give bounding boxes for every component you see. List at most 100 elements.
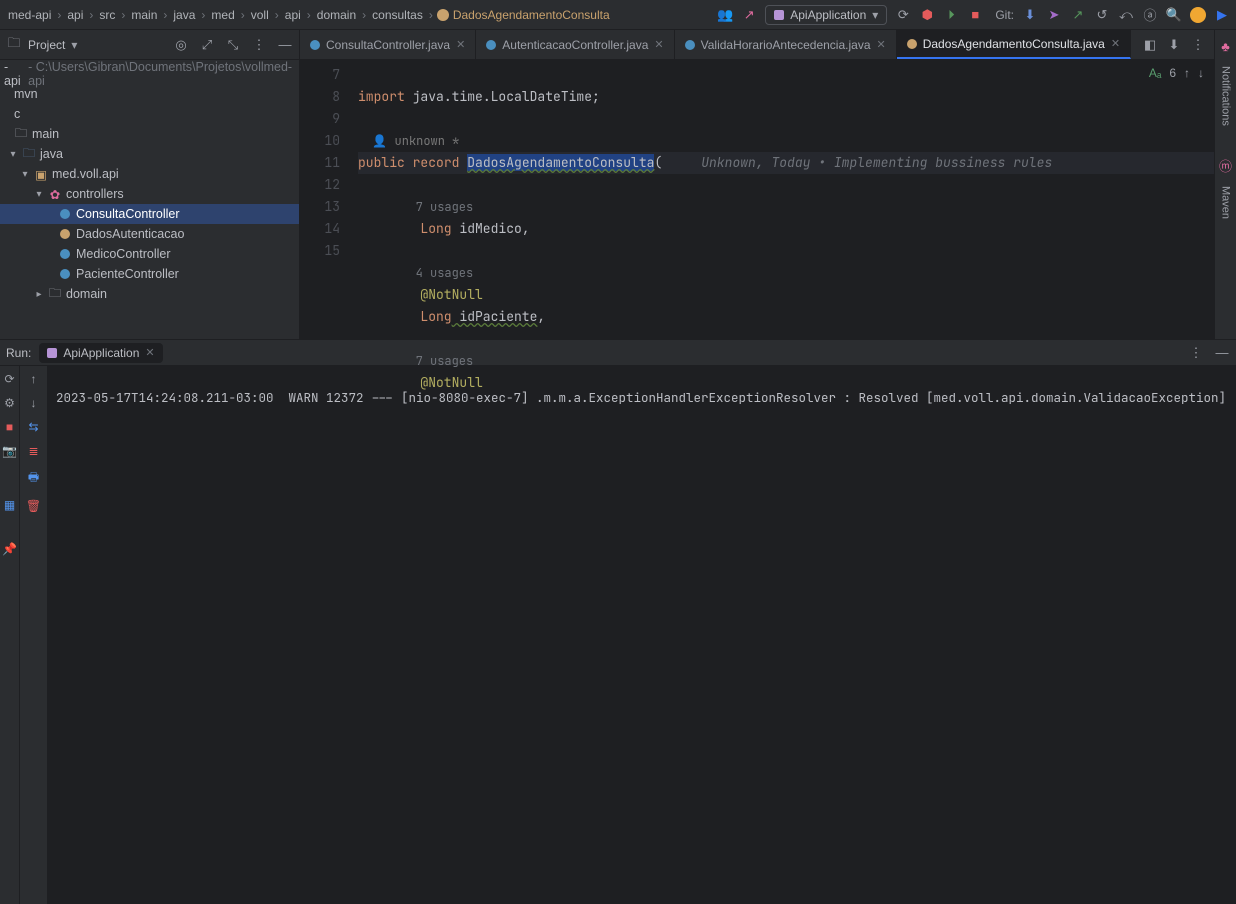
chevron-down-icon[interactable]: ▾ xyxy=(71,38,77,52)
pin-icon[interactable]: 📌 xyxy=(2,542,17,556)
maven-icon[interactable]: ⓜ xyxy=(1218,158,1234,174)
build-icon[interactable]: ⟳ xyxy=(895,7,911,23)
close-icon[interactable]: ✕ xyxy=(145,346,154,359)
usages-hint[interactable]: 7 usages xyxy=(358,353,473,369)
tab-consulta-controller[interactable]: ConsultaController.java ✕ xyxy=(300,30,476,59)
rocket-icon[interactable]: ↗ xyxy=(741,7,757,23)
gutter[interactable]: 7 8 9 10 11 12 13 14 15 xyxy=(300,60,358,339)
print-icon[interactable]: 🖶 xyxy=(28,468,39,489)
stop-icon[interactable]: ■ xyxy=(6,420,13,434)
rollback-icon[interactable]: ⤺ xyxy=(1118,7,1134,23)
code-content[interactable]: import java.time.LocalDateTime; 👤 unknow… xyxy=(358,60,1214,339)
usages-hint[interactable]: 4 usages xyxy=(358,265,473,281)
users-icon[interactable]: 👥 xyxy=(717,7,733,23)
crumb[interactable]: api xyxy=(65,8,85,22)
breadcrumb[interactable]: med-api› api› src› main› java› med› voll… xyxy=(6,8,610,22)
expand-icon[interactable]: ⤢ xyxy=(199,37,215,53)
wrap-icon[interactable]: ⇆ xyxy=(28,420,38,434)
minimize-icon[interactable]: — xyxy=(277,37,293,53)
crumb[interactable]: domain xyxy=(315,8,358,22)
down-icon[interactable]: ⬇ xyxy=(1166,37,1182,53)
settings-icon[interactable]: ⚙ xyxy=(4,396,15,410)
tab-label: AutenticacaoController.java xyxy=(502,38,648,52)
run-configuration-selector[interactable]: ApiApplication ▾ xyxy=(765,5,887,25)
close-icon[interactable]: ✕ xyxy=(877,38,886,51)
stop-icon[interactable]: ■ xyxy=(967,7,983,23)
tab-valida-horario[interactable]: ValidaHorarioAntecedencia.java ✕ xyxy=(675,30,897,59)
tree-item[interactable]: PacienteController xyxy=(0,264,299,284)
run-icon[interactable]: ⏵ xyxy=(943,7,959,23)
line-number[interactable]: 8 xyxy=(300,86,340,108)
inspection-widget[interactable]: Aₐ 6 ↑ ↓ xyxy=(1149,66,1204,80)
tab-dados-agendamento[interactable]: DadosAgendamentoConsulta.java ✕ xyxy=(897,30,1131,59)
history-icon[interactable]: ↺ xyxy=(1094,7,1110,23)
camera-icon[interactable]: 📷 xyxy=(2,444,17,458)
line-number[interactable]: 10 xyxy=(300,130,340,152)
crumb[interactable]: src xyxy=(97,8,117,22)
tab-autenticacao-controller[interactable]: AutenticacaoController.java ✕ xyxy=(476,30,674,59)
tree-item[interactable]: c xyxy=(0,104,299,124)
notifications-label[interactable]: Notifications xyxy=(1220,66,1232,126)
minimize-icon[interactable]: — xyxy=(1214,345,1230,361)
ide-services-icon[interactable]: ▶ xyxy=(1214,7,1230,23)
debug-icon[interactable]: ⬢ xyxy=(919,7,935,23)
tree-label: med.voll.api xyxy=(52,167,119,181)
line-number[interactable]: 14 xyxy=(300,218,340,240)
tree-item[interactable]: ▾✿ controllers xyxy=(0,184,299,204)
author-hint[interactable]: 👤 unknown * xyxy=(358,133,459,149)
git-commit-icon[interactable]: ➤ xyxy=(1046,7,1062,23)
crumb[interactable]: voll xyxy=(249,8,271,22)
search-icon[interactable]: 🔍 xyxy=(1166,7,1182,23)
project-tree[interactable]: -api - C:\Users\Gibran\Documents\Projeto… xyxy=(0,60,299,308)
tree-item[interactable]: MedicoController xyxy=(0,244,299,264)
target-icon[interactable]: ◎ xyxy=(173,37,189,53)
line-number[interactable]: 15 xyxy=(300,240,340,262)
code-editor[interactable]: 7 8 9 10 11 12 13 14 15 import java.time… xyxy=(300,60,1214,339)
tree-item[interactable]: 🗀 main xyxy=(0,124,299,144)
line-number[interactable]: 7 xyxy=(300,64,340,86)
up-icon[interactable]: ↑ xyxy=(1184,66,1190,80)
close-icon[interactable]: ✕ xyxy=(456,38,465,51)
tree-item[interactable]: ▾▣ med.voll.api xyxy=(0,164,299,184)
notifications-icon[interactable]: ♣ xyxy=(1218,38,1234,54)
run-tab[interactable]: ApiApplication ✕ xyxy=(39,343,162,363)
crumb[interactable]: consultas xyxy=(370,8,425,22)
crumb[interactable]: java xyxy=(171,8,197,22)
usages-hint[interactable]: 7 usages xyxy=(358,199,473,215)
down-icon[interactable]: ↓ xyxy=(1198,66,1204,80)
crumb[interactable]: med xyxy=(209,8,236,22)
tree-item[interactable]: DadosAutenticacao xyxy=(0,224,299,244)
line-number[interactable]: 13 xyxy=(300,196,340,218)
git-push-icon[interactable]: ↗ xyxy=(1070,7,1086,23)
split-icon[interactable]: ◧ xyxy=(1142,37,1158,53)
tree-item[interactable]: ▾🗀 java xyxy=(0,144,299,164)
rerun-icon[interactable]: ⟳ xyxy=(4,372,14,386)
close-icon[interactable]: ✕ xyxy=(654,38,663,51)
close-icon[interactable]: ✕ xyxy=(1111,37,1120,50)
crumb-sep: › xyxy=(239,8,247,22)
line-number[interactable]: 11 xyxy=(300,152,340,174)
more-icon[interactable]: ⋮ xyxy=(251,37,267,53)
scroll-icon[interactable]: ≣ xyxy=(28,444,38,458)
crumb[interactable]: main xyxy=(129,8,159,22)
down-icon[interactable]: ↓ xyxy=(31,396,37,410)
more-icon[interactable]: ⋮ xyxy=(1190,37,1206,53)
clear-icon[interactable]: 🗑 xyxy=(26,499,41,513)
translate-icon[interactable]: ⓐ xyxy=(1142,7,1158,23)
console-output[interactable]: 2023-05-17T14:24:08.211-03:00 WARN 12372… xyxy=(48,366,1236,904)
collapse-icon[interactable]: ⤡ xyxy=(225,37,241,53)
vcs-inlay[interactable]: Unknown, Today • Implementing bussiness … xyxy=(701,154,1052,171)
crumb[interactable]: med-api xyxy=(6,8,53,22)
layout-icon[interactable]: ▦ xyxy=(4,498,15,512)
crumb[interactable]: api xyxy=(283,8,303,22)
line-number[interactable]: 9 xyxy=(300,108,340,130)
crumb-current[interactable]: DadosAgendamentoConsulta xyxy=(437,8,610,22)
maven-label[interactable]: Maven xyxy=(1220,186,1232,219)
up-icon[interactable]: ↑ xyxy=(31,372,37,386)
tree-root[interactable]: -api - C:\Users\Gibran\Documents\Projeto… xyxy=(0,64,299,84)
tree-item[interactable]: ▸🗀 domain xyxy=(0,284,299,304)
git-update-icon[interactable]: ⬇ xyxy=(1022,7,1038,23)
tree-item-selected[interactable]: ConsultaController xyxy=(0,204,299,224)
line-number[interactable]: 12 xyxy=(300,174,340,196)
avatar[interactable] xyxy=(1190,7,1206,23)
